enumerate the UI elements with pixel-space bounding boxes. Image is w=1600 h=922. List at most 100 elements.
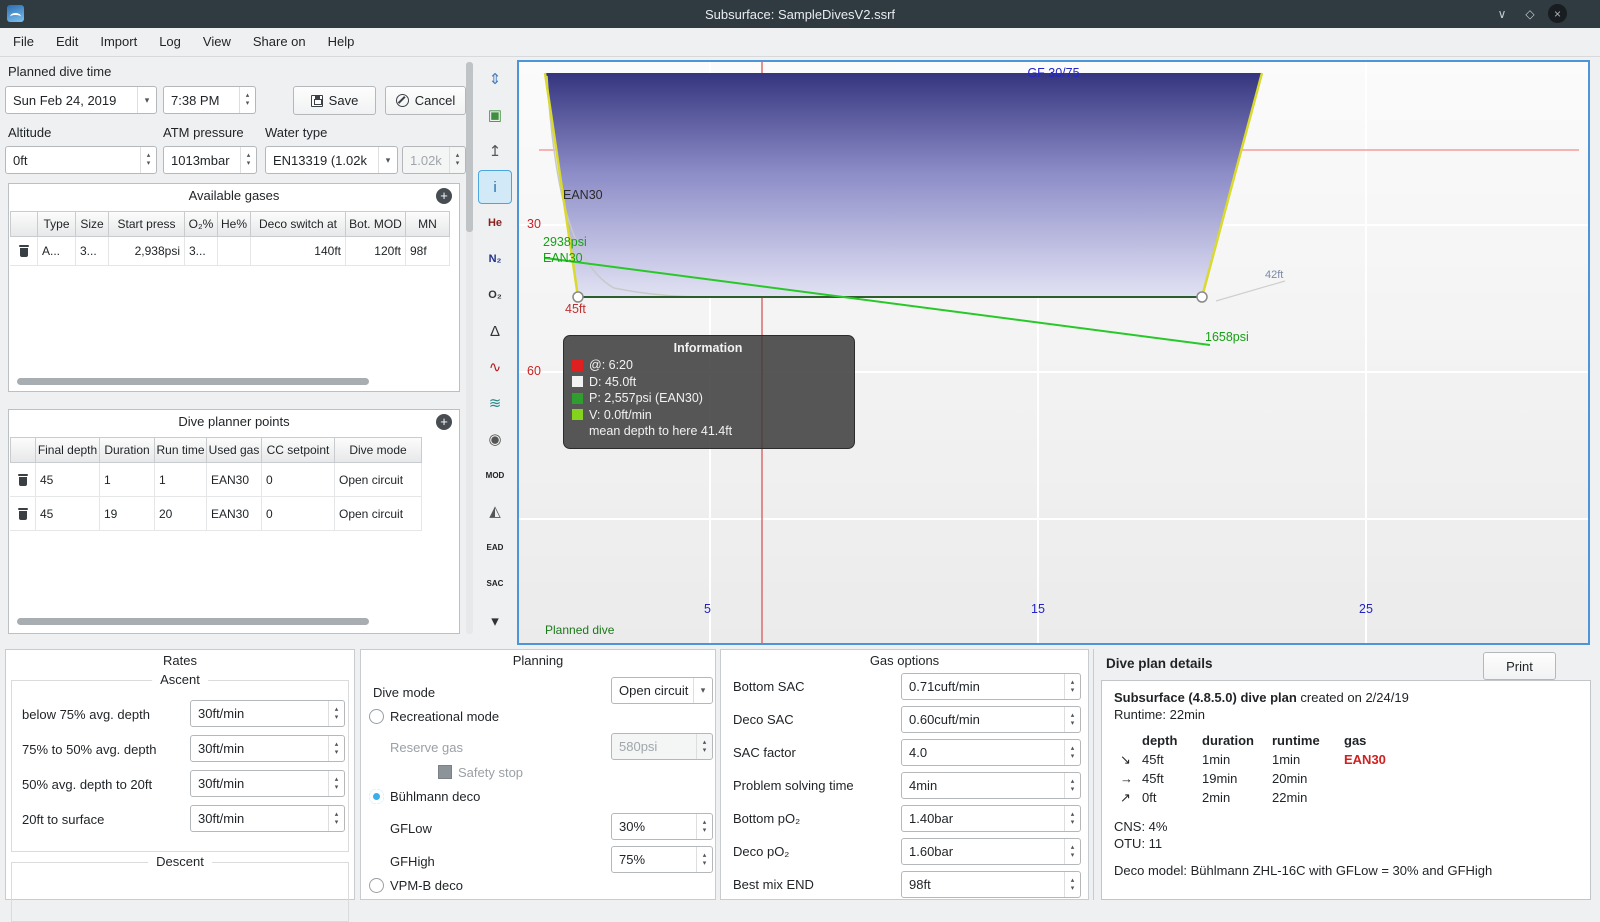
deco-icon[interactable]: ◭ [478,494,512,528]
col-duration[interactable]: Duration [100,437,155,463]
add-gas-button[interactable]: + [436,188,452,204]
rate-spinner[interactable]: 30ft/min ▴ ▾ [190,770,345,797]
dive-date-combobox[interactable]: Sun Feb 24, 2019 ▾ [5,86,157,114]
gas-mnd-cell[interactable]: 98f [406,237,450,266]
menu-log[interactable]: Log [148,28,192,56]
col-delete[interactable] [10,211,38,237]
menu-share-on[interactable]: Share on [242,28,317,56]
point-runtime-cell[interactable]: 20 [155,497,207,531]
point-depth-cell[interactable]: 45 [36,497,100,531]
point-depth-cell[interactable]: 45 [36,463,100,497]
point-setpoint-cell[interactable]: 0 [262,463,335,497]
cancel-button[interactable]: Cancel [385,86,466,115]
spinner-arrows[interactable]: ▴ ▾ [1064,872,1080,897]
gas-start-press-cell[interactable]: 2,938psi [109,237,185,266]
menu-import[interactable]: Import [89,28,148,56]
rate-spinner[interactable]: 30ft/min ▴ ▾ [190,735,345,762]
delete-point-button[interactable] [10,497,36,531]
gas-deco-switch-cell[interactable]: 140ft [251,237,346,266]
spinner-arrows[interactable]: ▴ ▾ [1064,839,1080,864]
table-row[interactable]: 45 1 1 EAN30 0 Open circuit [10,463,422,497]
spinner-arrows[interactable]: ▴ ▾ [328,771,344,796]
sac-factor-spinner[interactable]: 4.0 ▴ ▾ [901,739,1081,766]
col-size[interactable]: Size [76,211,109,237]
deco-sac-spinner[interactable]: 0.60cuft/min ▴ ▾ [901,706,1081,733]
mod-icon[interactable]: MOD [478,458,512,492]
nitrogen-icon[interactable]: N₂ [478,242,512,276]
col-he[interactable]: He% [218,211,251,237]
gas-he-cell[interactable] [218,237,251,266]
col-mnd[interactable]: MN [406,211,450,237]
col-delete[interactable] [10,437,36,463]
best-mix-end-spinner[interactable]: 98ft ▴ ▾ [901,871,1081,898]
print-button[interactable]: Print [1483,652,1556,680]
scrollbar-thumb[interactable] [466,62,473,232]
rate-spinner[interactable]: 30ft/min ▴ ▾ [190,805,345,832]
col-final-depth[interactable]: Final depth [36,437,100,463]
gflow-spinner[interactable]: 30% ▴ ▾ [611,813,713,840]
dive-mode-combobox[interactable]: Open circuit ▾ [611,677,713,704]
spinner-arrows[interactable]: ▴ ▾ [1064,773,1080,798]
point-gas-cell[interactable]: EAN30 [207,463,262,497]
recreational-mode-radio[interactable] [369,709,384,724]
tissues-icon[interactable]: ≋ [478,386,512,420]
col-type[interactable]: Type [38,211,76,237]
photos-icon[interactable]: ▣ [478,98,512,132]
col-bot-mod[interactable]: Bot. MOD [346,211,406,237]
info-icon[interactable]: i [478,170,512,204]
point-gas-cell[interactable]: EAN30 [207,497,262,531]
water-type-combobox[interactable]: EN13319 (1.02k ▾ [265,146,398,174]
minimize-icon[interactable]: ∨ [1492,4,1512,24]
maximize-icon[interactable]: ◇ [1520,4,1540,24]
gas-type-cell[interactable]: A... [38,237,76,266]
point-setpoint-cell[interactable]: 0 [262,497,335,531]
close-icon[interactable]: × [1548,4,1567,23]
delete-point-button[interactable] [10,463,36,497]
left-panel-scrollbar[interactable] [466,62,473,634]
chevron-down-icon[interactable]: ▾ [378,147,397,173]
col-used-gas[interactable]: Used gas [207,437,262,463]
deco-po2-spinner[interactable]: 1.60bar ▴ ▾ [901,838,1081,865]
delete-gas-button[interactable] [10,237,38,266]
col-o2[interactable]: O₂% [185,211,218,237]
ceiling-icon[interactable]: ↥ [478,134,512,168]
gas-o2-cell[interactable]: 3... [185,237,218,266]
gas-bot-mod-cell[interactable]: 120ft [346,237,406,266]
add-point-button[interactable]: + [436,414,452,430]
col-cc-setpoint[interactable]: CC setpoint [262,437,335,463]
problem-solving-time-spinner[interactable]: 4min ▴ ▾ [901,772,1081,799]
save-button[interactable]: Save [293,86,376,115]
menu-help[interactable]: Help [317,28,366,56]
spinner-arrows[interactable]: ▴ ▾ [1064,707,1080,732]
spinner-arrows[interactable]: ▴ ▾ [1064,740,1080,765]
spinner-arrows[interactable]: ▴ ▾ [696,847,712,872]
table-row[interactable]: 45 19 20 EAN30 0 Open circuit [10,497,422,531]
chevron-down-icon[interactable]: ▾ [137,87,156,113]
gas-pressure-icon[interactable]: ◉ [478,422,512,456]
col-dive-mode[interactable]: Dive mode [335,437,422,463]
ruler-icon[interactable]: Δ [478,314,512,348]
menu-file[interactable]: File [2,28,45,56]
rate-spinner[interactable]: 30ft/min ▴ ▾ [190,700,345,727]
col-run-time[interactable]: Run time [155,437,207,463]
spinner-arrows[interactable]: ▴ ▾ [1064,806,1080,831]
helium-icon[interactable]: He [478,206,512,240]
table-row[interactable]: A... 3... 2,938psi 3... 140ft 120ft 98f [10,237,450,266]
ead-icon[interactable]: EAD [478,530,512,564]
altitude-spinner[interactable]: 0ft ▴ ▾ [5,146,157,174]
chevron-down-icon[interactable]: ▾ [693,678,712,703]
spinner-arrows[interactable]: ▴ ▾ [239,87,255,113]
point-runtime-cell[interactable]: 1 [155,463,207,497]
spinner-arrows[interactable]: ▴ ▾ [1064,674,1080,699]
dive-time-spinner[interactable]: 7:38 PM ▴ ▾ [163,86,256,114]
spinner-arrows[interactable]: ▴ ▾ [328,806,344,831]
spinner-arrows[interactable]: ▴ ▾ [328,736,344,761]
point-mode-cell[interactable]: Open circuit [335,497,422,531]
spinner-arrows[interactable]: ▴ ▾ [696,814,712,839]
collapse-icon[interactable]: ▾ [478,604,512,638]
spinner-arrows[interactable]: ▴ ▾ [140,147,156,173]
vpmb-deco-radio[interactable] [369,878,384,893]
atm-pressure-spinner[interactable]: 1013mbar ▴ ▾ [163,146,257,174]
points-horizontal-scrollbar[interactable] [17,618,369,625]
spinner-arrows[interactable]: ▴ ▾ [240,147,256,173]
